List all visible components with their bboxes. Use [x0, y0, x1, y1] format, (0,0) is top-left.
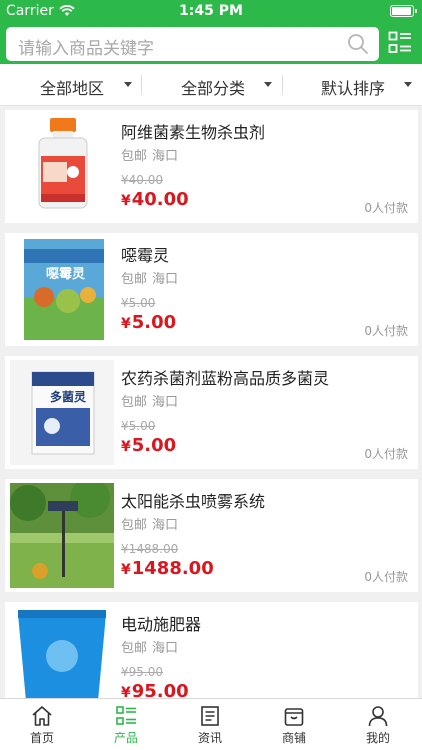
product-title[interactable]: 太阳能杀虫喷雾系统 [121, 488, 265, 512]
product-tags: 包邮 海口 [121, 391, 183, 410]
current-price: ¥5.00 [121, 312, 176, 333]
product-image[interactable] [10, 483, 114, 588]
product-title[interactable]: 农药杀菌剂蓝粉高品质多菌灵 [121, 365, 329, 389]
shipping-tag: 包邮 [121, 272, 148, 287]
payment-count: 0人付款 [364, 447, 408, 461]
payment-count: 0人付款 [364, 201, 408, 215]
package-label: 多菌灵 [50, 390, 87, 404]
shop-icon [284, 708, 304, 726]
price-value: 1488.00 [131, 558, 214, 579]
price-value: 95.00 [131, 681, 189, 698]
tab-mine[interactable]: 我的 [336, 699, 420, 750]
shipping-tag: 包邮 [121, 149, 148, 164]
current-price: ¥95.00 [121, 681, 189, 698]
product-card[interactable]: 电动施肥器 包邮 海口 ¥95.00 ¥95.00 [5, 602, 418, 698]
currency-symbol: ¥ [121, 193, 131, 209]
original-price: ¥95.00 [121, 665, 163, 679]
product-title[interactable]: 噁霉灵 [121, 242, 169, 266]
payment-count: 0人付款 [364, 570, 408, 584]
price-value: 5.00 [131, 312, 177, 333]
location-tag: 海口 [152, 272, 179, 287]
caret-down-icon [264, 82, 272, 87]
product-image[interactable] [10, 606, 114, 698]
caret-down-icon [124, 82, 132, 87]
product-list-icon [116, 706, 136, 725]
product-card[interactable]: 噁霉灵 噁霉灵 包邮 海口 ¥5.00 ¥5.00 0人付款 [5, 233, 418, 346]
product-image[interactable]: 多菌灵 [10, 360, 114, 465]
product-card[interactable]: 多菌灵 农药杀菌剂蓝粉高品质多菌灵 包邮 海口 ¥5.00 ¥5.00 0人付款 [5, 356, 418, 469]
caret-down-icon [404, 82, 412, 87]
filter-sort-label: 默认排序 [321, 79, 386, 98]
location-tag: 海口 [152, 149, 179, 164]
search-placeholder: 请输入商品关键字 [18, 39, 154, 59]
filter-bar: 全部地区 全部分类 默认排序 [0, 64, 422, 106]
shipping-tag: 包邮 [121, 395, 148, 410]
product-title[interactable]: 电动施肥器 [121, 611, 201, 635]
package-label: 噁霉灵 [46, 267, 86, 282]
tab-news-label: 资讯 [197, 731, 222, 745]
product-tags: 包邮 海口 [121, 268, 183, 287]
current-price: ¥1488.00 [121, 558, 214, 579]
status-time: 1:45 PM [179, 3, 243, 19]
filter-category-label: 全部分类 [181, 79, 246, 98]
shipping-tag: 包邮 [121, 641, 148, 656]
tab-mine-label: 我的 [365, 731, 390, 745]
original-price: ¥5.00 [121, 419, 156, 433]
currency-symbol: ¥ [121, 562, 131, 578]
category-menu-icon[interactable] [388, 31, 412, 55]
tab-products-label: 产品 [113, 731, 138, 745]
location-tag: 海口 [152, 518, 179, 533]
search-icon[interactable] [347, 33, 369, 55]
filter-sort[interactable]: 默认排序 [282, 64, 422, 106]
currency-symbol: ¥ [121, 685, 131, 698]
product-image[interactable]: 噁霉灵 [10, 237, 114, 342]
search-input[interactable]: 请输入商品关键字 [6, 27, 379, 61]
home-icon [32, 706, 52, 726]
status-bar: Carrier 1:45 PM [0, 0, 422, 22]
tab-shops-label: 商铺 [281, 731, 306, 745]
filter-category[interactable]: 全部分类 [141, 64, 281, 106]
product-card[interactable]: 阿维菌素生物杀虫剂 包邮 海口 ¥40.00 ¥40.00 0人付款 [5, 110, 418, 223]
bottom-tab-bar: 首页 产品 资讯 商铺 我的 [0, 698, 422, 750]
shipping-tag: 包邮 [121, 518, 148, 533]
original-price: ¥5.00 [121, 296, 156, 310]
battery-icon [390, 5, 417, 17]
tab-home-label: 首页 [29, 731, 54, 745]
product-tags: 包邮 海口 [121, 145, 183, 164]
original-price: ¥1488.00 [121, 542, 179, 556]
currency-symbol: ¥ [121, 316, 131, 332]
price-value: 40.00 [131, 189, 189, 210]
tab-home[interactable]: 首页 [0, 699, 84, 750]
user-icon [368, 706, 388, 727]
tab-products[interactable]: 产品 [84, 699, 168, 750]
news-icon [201, 706, 219, 726]
filter-region[interactable]: 全部地区 [0, 64, 140, 106]
price-value: 5.00 [131, 435, 177, 456]
tab-news[interactable]: 资讯 [168, 699, 252, 750]
app-header: Carrier 1:45 PM 请输入商品关键字 [0, 0, 422, 64]
product-tags: 包邮 海口 [121, 514, 183, 533]
product-tags: 包邮 海口 [121, 637, 183, 656]
product-card[interactable]: 太阳能杀虫喷雾系统 包邮 海口 ¥1488.00 ¥1488.00 0人付款 [5, 479, 418, 592]
location-tag: 海口 [152, 395, 179, 410]
location-tag: 海口 [152, 641, 179, 656]
payment-count: 0人付款 [364, 324, 408, 338]
product-title[interactable]: 阿维菌素生物杀虫剂 [121, 119, 265, 143]
product-image[interactable] [10, 114, 114, 219]
currency-symbol: ¥ [121, 439, 131, 455]
current-price: ¥40.00 [121, 189, 189, 210]
product-list[interactable]: 阿维菌素生物杀虫剂 包邮 海口 ¥40.00 ¥40.00 0人付款 噁霉灵 噁霉… [0, 106, 422, 698]
original-price: ¥40.00 [121, 173, 163, 187]
tab-shops[interactable]: 商铺 [252, 699, 336, 750]
current-price: ¥5.00 [121, 435, 176, 456]
filter-region-label: 全部地区 [40, 79, 105, 98]
